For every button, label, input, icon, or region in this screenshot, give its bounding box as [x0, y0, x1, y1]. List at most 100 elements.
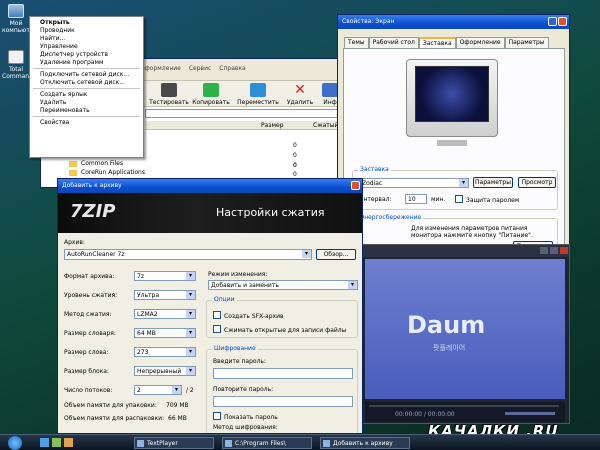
word-size-select[interactable]: 273 — [134, 347, 196, 357]
button-label: Переместить — [237, 99, 279, 106]
taskbar-item-textplayer[interactable]: TextPlayer — [134, 437, 214, 449]
word-size-label: Размер слова: — [64, 349, 109, 356]
settings-button[interactable]: Параметры — [473, 177, 513, 188]
media-player-window: Daum 팟플레이어 00:00:00 / 00:00:00 — [358, 244, 570, 424]
method-label: Метод сжатия: — [64, 311, 112, 318]
dictionary-select[interactable]: 64 MB — [134, 328, 196, 338]
button-label: Копировать — [192, 99, 230, 106]
taskbar-item-add-to-archive[interactable]: Добавить к архиву — [320, 437, 410, 449]
menu-bar: оформление Сервис Справка — [141, 65, 246, 72]
encryption-method-label: Метод шифрования: — [213, 424, 278, 431]
time-display: 00:00:00 / 00:00:00 — [395, 411, 455, 418]
menu-item[interactable]: оформление — [141, 65, 181, 72]
menu-separator — [33, 116, 140, 117]
password-input[interactable] — [213, 368, 353, 379]
menu-separator — [33, 68, 140, 69]
close-icon[interactable] — [558, 17, 567, 26]
preview-button[interactable]: Просмотр — [518, 177, 556, 188]
help-icon[interactable] — [548, 17, 557, 26]
encryption-group: Шифрование Введите пароль: Повторите пар… — [206, 345, 358, 433]
show-password-checkbox[interactable]: Показать пароль — [213, 412, 278, 421]
menu-item-map-drive[interactable]: Подключить сетевой диск... — [30, 71, 143, 79]
volume-slider[interactable] — [505, 412, 555, 415]
block-size-select[interactable]: Непрерывный — [134, 366, 196, 376]
taskbar-item-program-files[interactable]: C:\Program Files\ — [222, 437, 312, 449]
quick-launch-icon[interactable] — [64, 438, 73, 447]
maximize-icon[interactable] — [550, 247, 558, 254]
menu-item-device-manager[interactable]: Диспетчер устройств — [30, 51, 143, 59]
monitor-preview — [406, 59, 498, 146]
folder-icon — [69, 170, 77, 176]
display-properties-window: Свойства: Экран Темы Рабочий стол Застав… — [337, 14, 570, 260]
test-button[interactable]: Тестировать — [149, 83, 189, 106]
screensaver-select[interactable]: Zodiac — [359, 178, 469, 188]
group-title: Заставка — [358, 166, 391, 173]
delete-button[interactable]: ✕ Удалить — [285, 83, 315, 106]
tab-screensaver[interactable]: Заставка — [418, 37, 456, 48]
password-checkbox[interactable]: Защита паролем — [455, 195, 519, 204]
threads-label: Число потоков: — [64, 387, 113, 394]
total-commander-icon[interactable]: Total Commander — [2, 50, 39, 80]
menu-item-create-shortcut[interactable]: Создать ярлык — [30, 91, 143, 99]
menu-item[interactable]: Справка — [219, 65, 245, 72]
archive-path-combo[interactable]: AutoRunCleaner 7z — [64, 249, 312, 260]
tab-settings[interactable]: Параметры — [504, 37, 549, 48]
menu-item-search[interactable]: Найти... — [30, 35, 143, 43]
path-field[interactable] — [145, 109, 339, 118]
group-title: Опции — [212, 296, 237, 303]
options-group: Опции Создать SFX-архив Сжимать открытые… — [206, 296, 358, 338]
browse-button[interactable]: Обзор... — [316, 249, 356, 260]
update-mode-label: Режим изменения: — [208, 271, 268, 278]
close-icon[interactable] — [351, 181, 360, 190]
tab-appearance[interactable]: Оформление — [455, 37, 505, 48]
menu-item-uninstall[interactable]: Удаление программ — [30, 59, 143, 67]
my-computer-icon[interactable]: Мой компьютер — [2, 4, 37, 34]
interval-stepper[interactable]: 10 — [405, 194, 427, 204]
memory-unpack-value: 66 MB — [168, 415, 187, 422]
memory-pack-value: 709 MB — [166, 402, 189, 409]
menu-item-properties[interactable]: Свойства — [30, 119, 143, 127]
video-area[interactable]: Daum 팟플레이어 — [365, 259, 565, 399]
group-title: Шифрование — [212, 345, 258, 352]
copy-button[interactable]: Копировать — [191, 83, 231, 106]
compress-shared-checkbox[interactable]: Сжимать открытые для записи файлы — [213, 325, 346, 334]
menu-item-disconnect-drive[interactable]: Отключить сетевой диск... — [30, 79, 143, 87]
level-select[interactable]: Ультра — [134, 290, 196, 300]
interval-label: Интервал: — [359, 196, 392, 203]
password-label: Введите пароль: — [213, 358, 266, 365]
quick-launch-icon[interactable] — [52, 438, 61, 447]
update-mode-select[interactable]: Добавить и заменить — [208, 280, 358, 290]
button-label: Инф — [323, 99, 337, 106]
menu-item-manage[interactable]: Управление — [30, 43, 143, 51]
start-button[interactable] — [8, 436, 22, 450]
column-packed[interactable]: Сжатый — [313, 122, 338, 129]
menu-item-open[interactable]: Открыть — [30, 19, 143, 27]
block-size-label: Размер блока: — [64, 368, 109, 375]
memory-unpack-label: Объем памяти для распаковки: — [64, 415, 165, 422]
minimize-icon[interactable] — [540, 247, 548, 254]
column-size[interactable]: Размер — [261, 122, 284, 129]
move-button[interactable]: Переместить — [235, 83, 281, 106]
sfx-checkbox[interactable]: Создать SFX-архив — [213, 311, 284, 320]
repeat-password-input[interactable] — [213, 396, 353, 407]
add-to-archive-dialog: Добавить к архиву 7ZIP Настройки сжатия … — [57, 178, 363, 434]
menu-item[interactable]: Сервис — [189, 65, 211, 72]
format-select[interactable]: 7z — [134, 271, 196, 281]
method-select[interactable]: LZMA2 — [134, 309, 196, 319]
menu-separator — [33, 88, 140, 89]
quick-launch-icon[interactable] — [40, 438, 49, 447]
tab-desktop[interactable]: Рабочий стол — [368, 37, 419, 48]
seek-bar[interactable] — [369, 405, 559, 407]
close-icon[interactable] — [560, 247, 568, 254]
menu-item-delete[interactable]: Удалить — [30, 99, 143, 107]
threads-select[interactable]: 2 — [134, 385, 182, 395]
group-title: Энергосбережение — [358, 214, 424, 221]
threads-total: / 2 — [186, 387, 194, 394]
player-logo: Daum — [407, 311, 486, 339]
menu-item-rename[interactable]: Переименовать — [30, 107, 143, 115]
column-header: Размер Сжатый — [145, 121, 339, 130]
screensaver-group: Заставка Zodiac Параметры Просмотр Интер… — [352, 166, 558, 210]
tab-themes[interactable]: Темы — [344, 37, 369, 48]
menu-item-explorer[interactable]: Проводник — [30, 27, 143, 35]
quick-launch — [40, 438, 73, 447]
